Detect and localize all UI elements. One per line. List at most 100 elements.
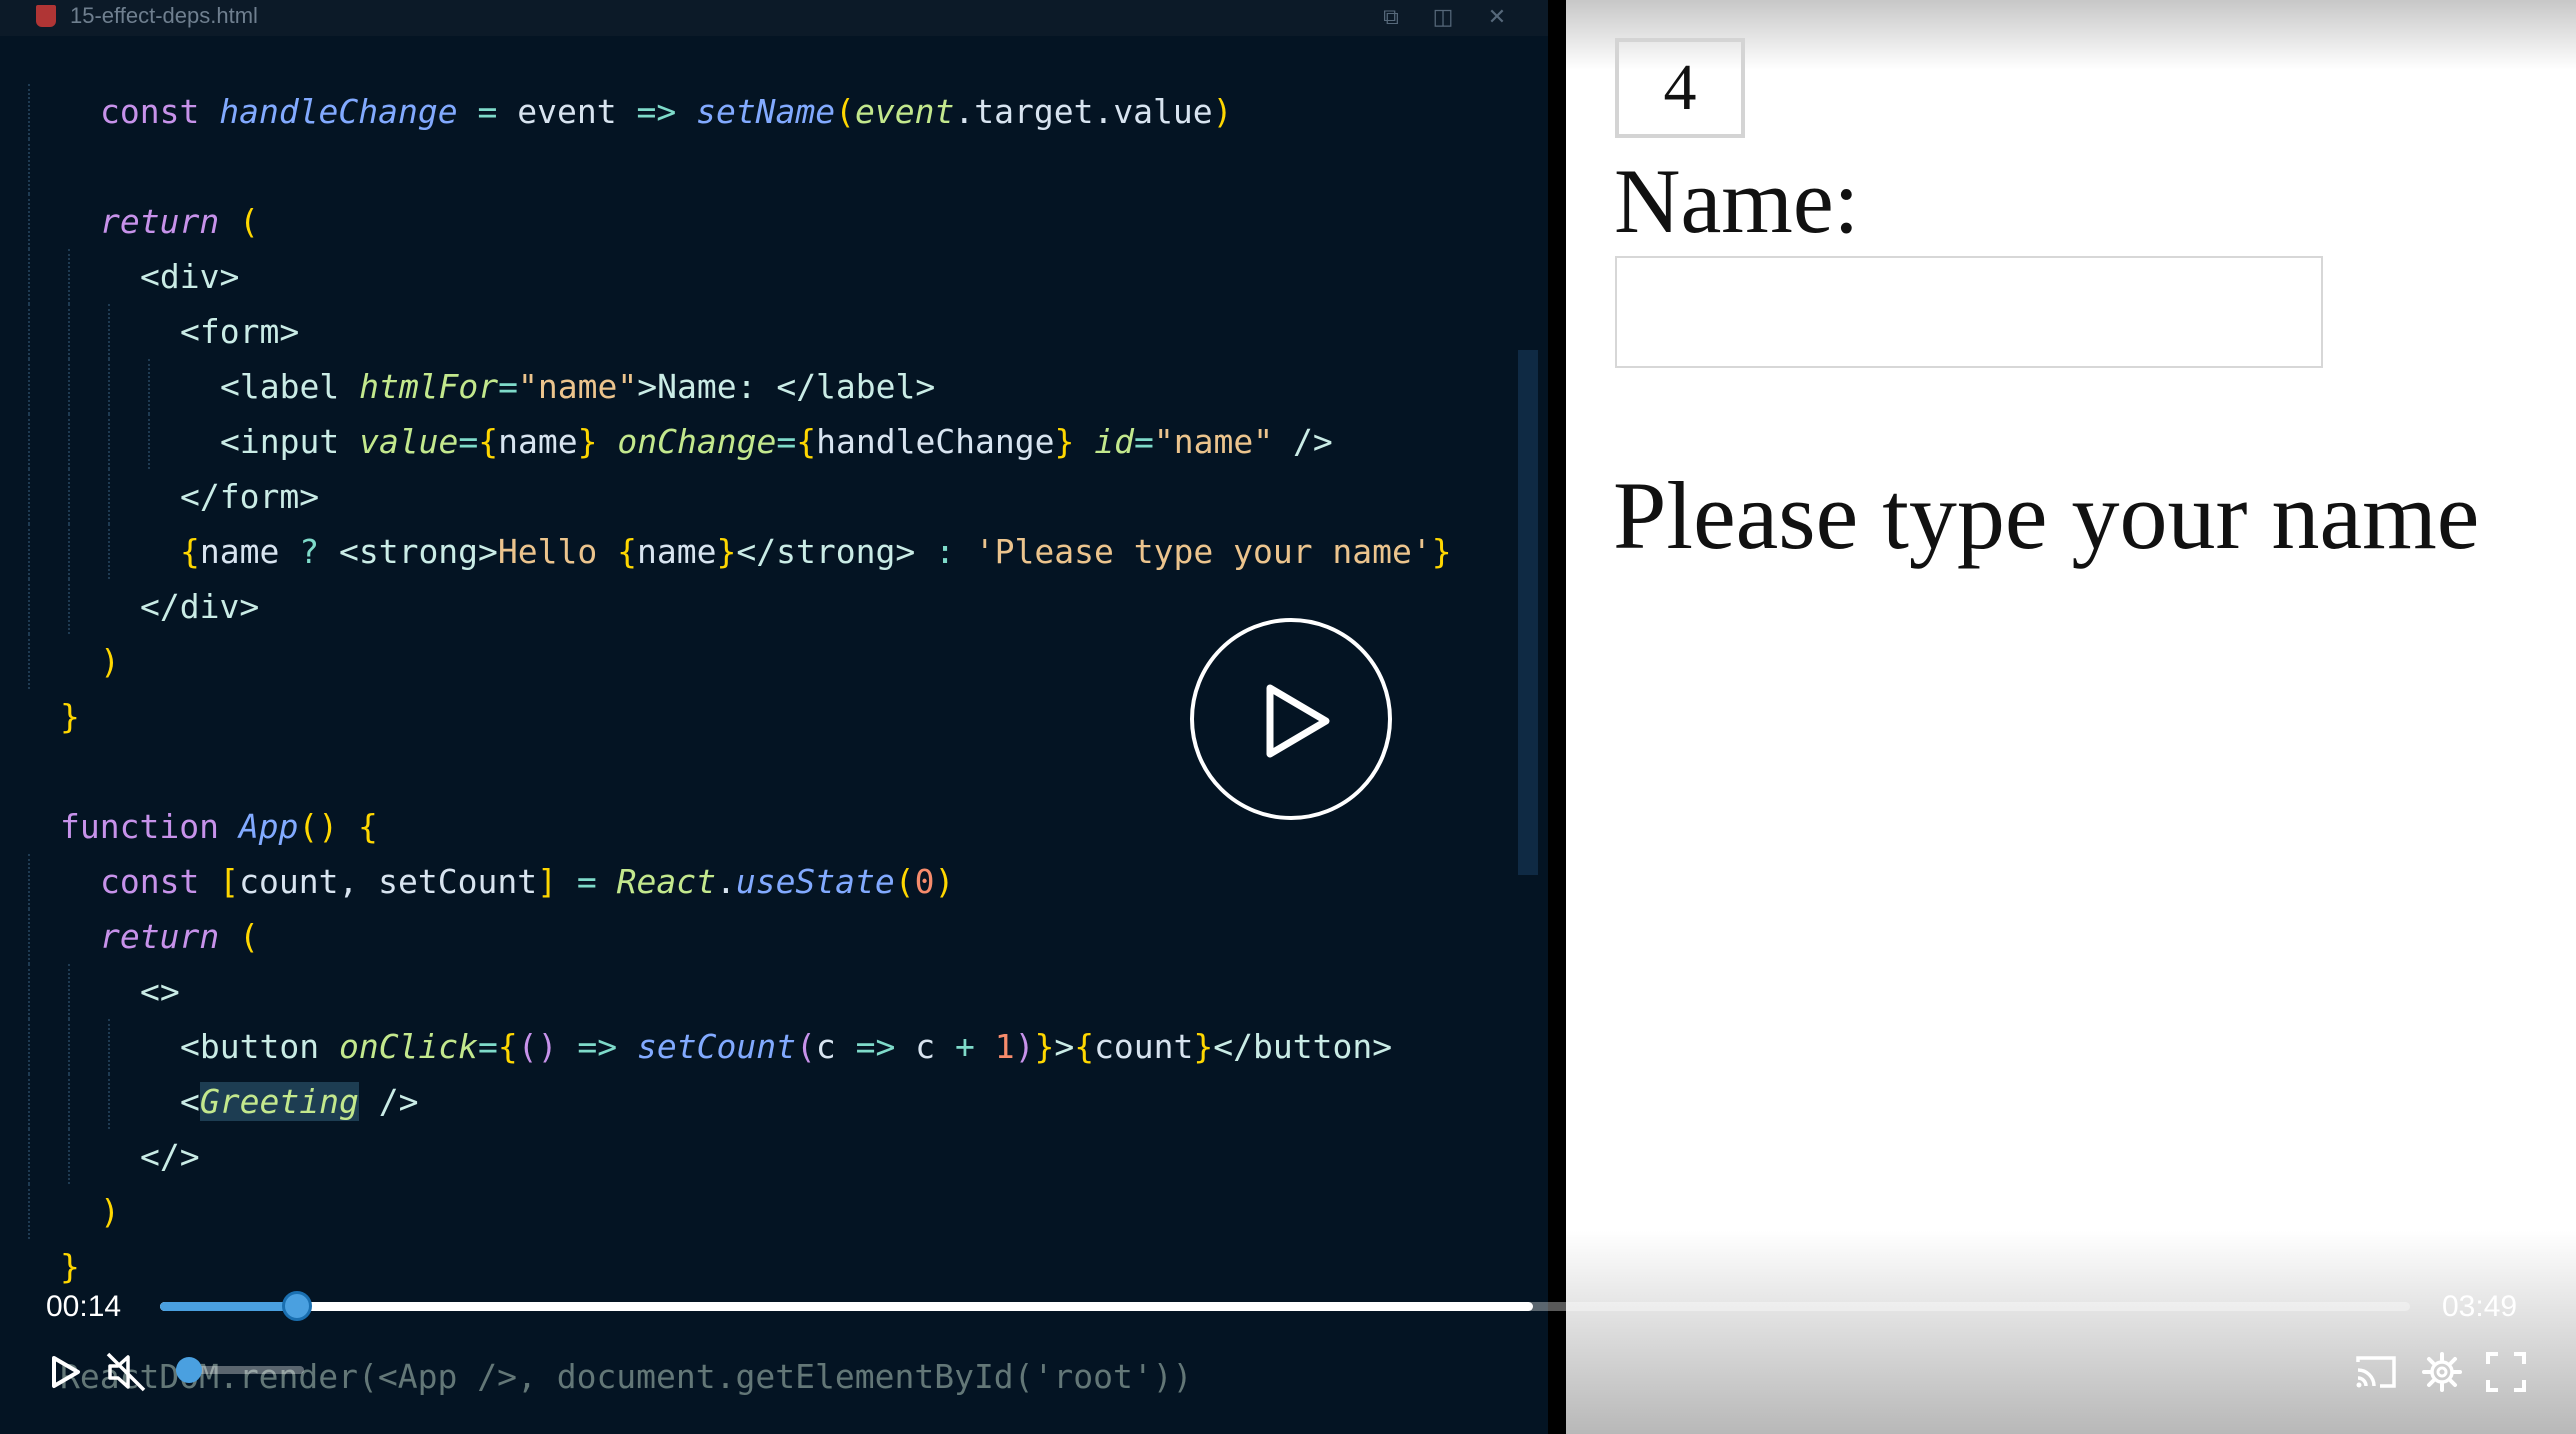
code-line[interactable]: {name ? <strong>Hello {name}</strong> : … <box>0 524 1548 579</box>
code-token: > <box>1054 1027 1075 1066</box>
code-token: setName <box>696 92 836 131</box>
split-compare-icon[interactable]: ⧉ <box>1378 4 1404 30</box>
code-token: { <box>358 807 378 846</box>
code-token: => <box>577 1027 637 1066</box>
code-token: ReactDOM. <box>60 1357 239 1396</box>
close-icon[interactable]: ✕ <box>1484 4 1510 30</box>
code-token: ( <box>835 92 856 131</box>
code-text: <form> <box>180 304 299 359</box>
code-token: (<App />, document. <box>358 1357 736 1396</box>
indent-guide <box>68 249 70 304</box>
name-input[interactable] <box>1615 256 2323 368</box>
browser-preview: 4 Name: Please type your name <box>1566 0 2576 1434</box>
indent-guide <box>28 854 30 909</box>
code-text: <div> <box>140 249 239 304</box>
cast-button[interactable] <box>2354 1350 2398 1394</box>
code-token: id <box>1094 422 1135 461</box>
code-token: <input <box>220 422 360 461</box>
code-text: <button onClick={() => setCount(c => c +… <box>180 1019 1392 1074</box>
play-button[interactable] <box>42 1350 86 1394</box>
code-line[interactable]: return ( <box>0 194 1548 249</box>
code-line[interactable]: ReactDOM.render(<App />, document.getEle… <box>0 1349 1548 1404</box>
mute-button[interactable] <box>104 1350 148 1394</box>
code-text: ) <box>100 1184 120 1239</box>
seek-bar[interactable] <box>160 1291 2410 1321</box>
code-token: = <box>478 1027 498 1066</box>
code-line[interactable]: <button onClick={() => setCount(c => c +… <box>0 1019 1548 1074</box>
code-token: useState <box>735 862 895 901</box>
code-token: () <box>298 807 359 846</box>
code-line[interactable]: <label htmlFor="name">Name: </label> <box>0 359 1548 414</box>
code-text: <label htmlFor="name">Name: </label> <box>220 359 935 414</box>
count-button[interactable]: 4 <box>1615 38 1745 138</box>
indent-guide <box>68 469 70 524</box>
code-token: } <box>1431 532 1452 571</box>
code-token: >Name: </label> <box>637 367 936 406</box>
indent-guide <box>68 304 70 359</box>
indent-guide <box>108 1019 110 1074</box>
volume-muted-icon <box>106 1352 146 1392</box>
indent-guide <box>148 359 150 414</box>
code-token: name <box>199 532 300 571</box>
indent-guide <box>28 1019 30 1074</box>
code-line[interactable]: return ( <box>0 909 1548 964</box>
code-token: ( <box>894 862 915 901</box>
code-token: { <box>180 532 200 571</box>
indent-guide <box>28 139 30 194</box>
code-token: { <box>1074 1027 1095 1066</box>
fullscreen-button[interactable] <box>2484 1350 2528 1394</box>
code-line[interactable]: <div> <box>0 249 1548 304</box>
indent-guide <box>68 414 70 469</box>
code-token: => <box>855 1027 916 1066</box>
code-line[interactable] <box>0 139 1548 194</box>
code-token: handleChange <box>219 92 458 131</box>
big-play-button[interactable] <box>1190 618 1392 820</box>
code-line[interactable]: </> <box>0 1129 1548 1184</box>
code-token: = <box>458 422 479 461</box>
split-editor-icon[interactable]: ◫ <box>1430 4 1456 30</box>
indent-guide <box>28 304 30 359</box>
code-line[interactable]: ) <box>0 1184 1548 1239</box>
indent-guide <box>68 579 70 634</box>
code-token: /> <box>1273 422 1333 461</box>
code-text: </form> <box>180 469 319 524</box>
code-token: count, setCount <box>239 862 538 901</box>
code-token: + <box>954 1027 995 1066</box>
code-token: [ <box>219 862 240 901</box>
indent-guide <box>68 1129 70 1184</box>
code-text: <input value={name} onChange={handleChan… <box>220 414 1333 469</box>
file-tab-label[interactable]: 15-effect-deps.html <box>70 3 258 29</box>
indent-guide <box>68 359 70 414</box>
code-line[interactable]: </form> <box>0 469 1548 524</box>
indent-guide <box>108 524 110 579</box>
editor-scrollbar[interactable] <box>1518 350 1538 875</box>
code-line[interactable]: <input value={name} onChange={handleChan… <box>0 414 1548 469</box>
code-text: const handleChange = event => setName(ev… <box>100 84 1233 139</box>
code-token: ) <box>1014 1027 1035 1066</box>
volume-handle[interactable] <box>175 1357 202 1383</box>
code-token: <strong> <box>338 532 498 571</box>
code-token: handleChange <box>816 422 1055 461</box>
code-line[interactable]: const [count, setCount] = React.useState… <box>0 854 1548 909</box>
code-line[interactable]: } <box>0 1239 1548 1294</box>
code-token: } <box>60 1247 80 1286</box>
total-time: 03:49 <box>2442 1290 2518 1323</box>
indent-guide <box>28 1129 30 1184</box>
code-token: () <box>517 1027 578 1066</box>
code-line[interactable]: <form> <box>0 304 1548 359</box>
code-line[interactable]: <> <box>0 964 1548 1019</box>
code-line[interactable]: <Greeting /> <box>0 1074 1548 1129</box>
code-text: return ( <box>100 909 259 964</box>
code-token: </div> <box>140 587 260 626</box>
settings-button[interactable] <box>2420 1350 2464 1394</box>
code-token: name <box>498 422 578 461</box>
code-token: value <box>359 422 459 461</box>
code-token: setCount <box>637 1027 796 1066</box>
code-token: event <box>517 92 637 131</box>
code-token: "name" <box>1153 422 1274 461</box>
volume-slider[interactable] <box>175 1357 304 1383</box>
code-token: </> <box>140 1137 200 1176</box>
indent-guide <box>28 524 30 579</box>
code-text: </div> <box>140 579 259 634</box>
code-line[interactable]: const handleChange = event => setName(ev… <box>0 84 1548 139</box>
